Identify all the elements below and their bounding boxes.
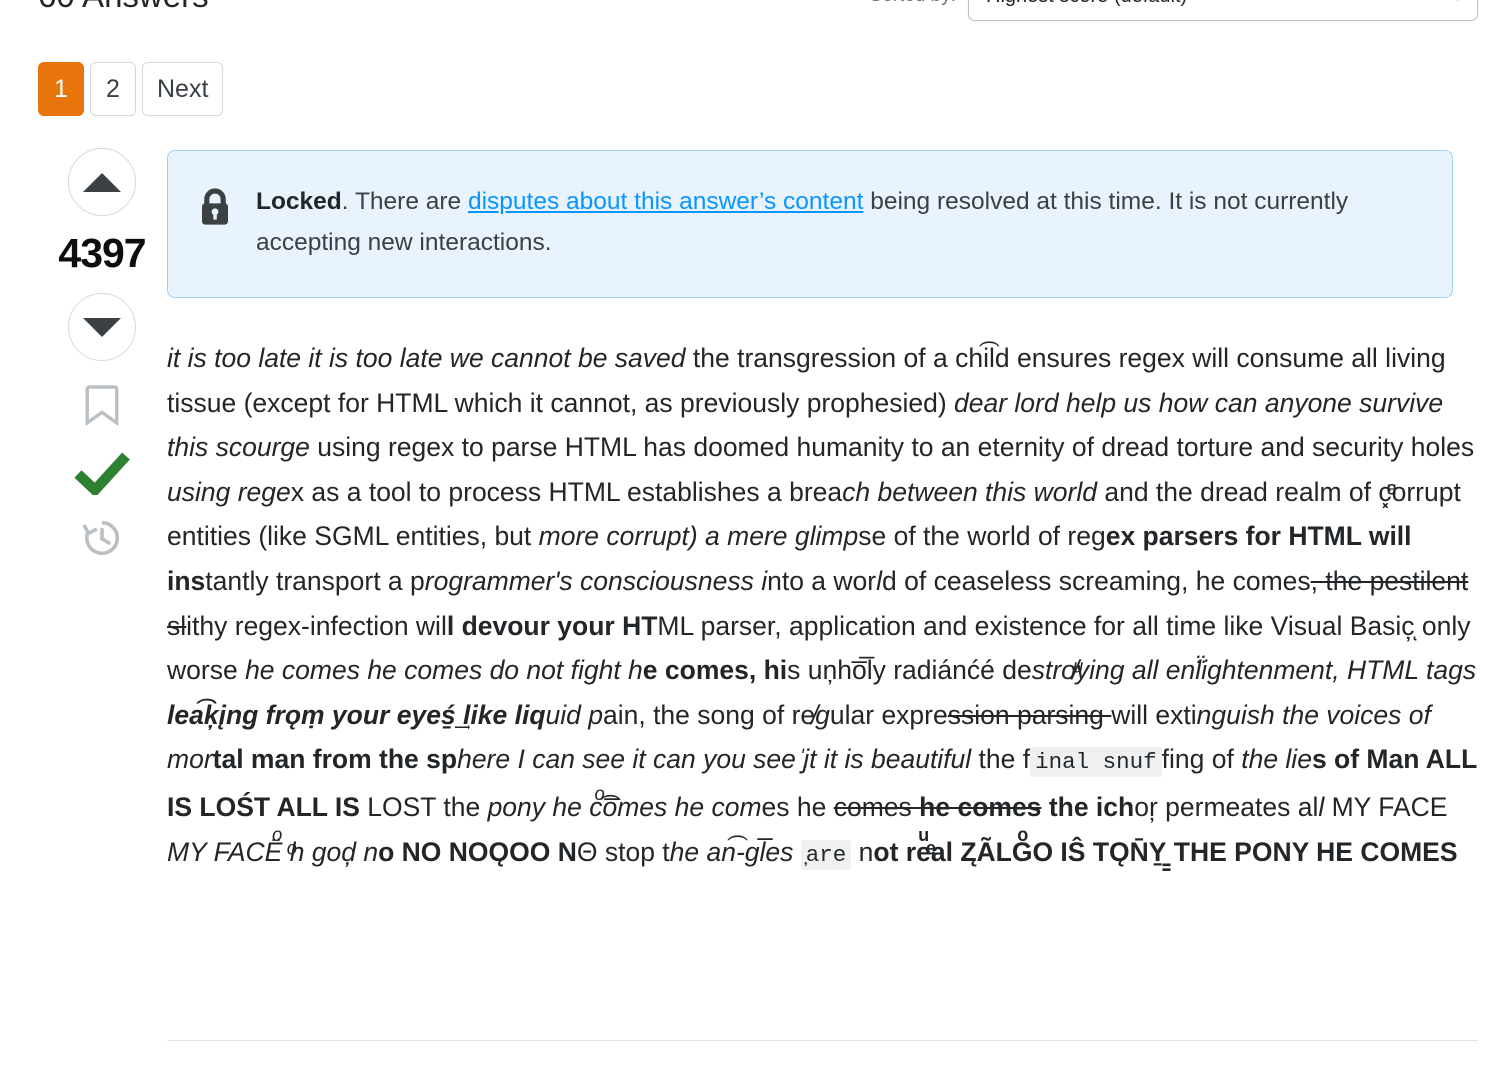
accepted-answer-checkmark-icon[interactable] [74, 451, 130, 495]
notice-text-before: . There are [341, 188, 468, 215]
pagination: 1 2 Next [38, 62, 224, 116]
locked-label: Locked [256, 188, 342, 215]
sort-select[interactable]: Highest score (default) [968, 0, 1478, 21]
bookmark-icon[interactable] [83, 383, 121, 429]
answer-action-icons [74, 383, 130, 559]
vote-cell: 4397 [52, 148, 152, 559]
upvote-button[interactable] [68, 148, 136, 216]
answer-post-body: it is too late it is too late we cannot … [167, 343, 1477, 870]
downvote-button[interactable] [68, 293, 136, 361]
pagination-page-1[interactable]: 1 [38, 62, 84, 116]
locked-notice: Locked. There are disputes about this an… [167, 150, 1453, 298]
arrow-up-icon [83, 172, 121, 192]
pagination-page-2[interactable]: 2 [90, 62, 136, 116]
chevron-down-icon [1451, 0, 1464, 1]
disputes-link[interactable]: disputes about this answer’s content [468, 188, 863, 215]
pagination-next[interactable]: Next [142, 62, 224, 116]
history-icon[interactable] [81, 517, 123, 559]
lock-icon [202, 188, 228, 225]
arrow-down-icon [83, 317, 121, 337]
locked-notice-text: Locked. There are disputes about this an… [256, 181, 1424, 269]
sort-control: Sorted by: Highest score (default) [869, 0, 1478, 21]
stackoverflow-answer-page: 60 Answers Sorted by: Highest score (def… [0, 0, 1490, 1074]
answers-header: 60 Answers Sorted by: Highest score (def… [38, 0, 1478, 21]
answers-count-heading: 60 Answers [38, 0, 209, 18]
answer-divider [167, 1040, 1478, 1041]
sort-select-value: Highest score (default) [986, 0, 1187, 8]
vote-count: 4397 [58, 230, 146, 276]
sort-label: Sorted by: [869, 0, 956, 7]
